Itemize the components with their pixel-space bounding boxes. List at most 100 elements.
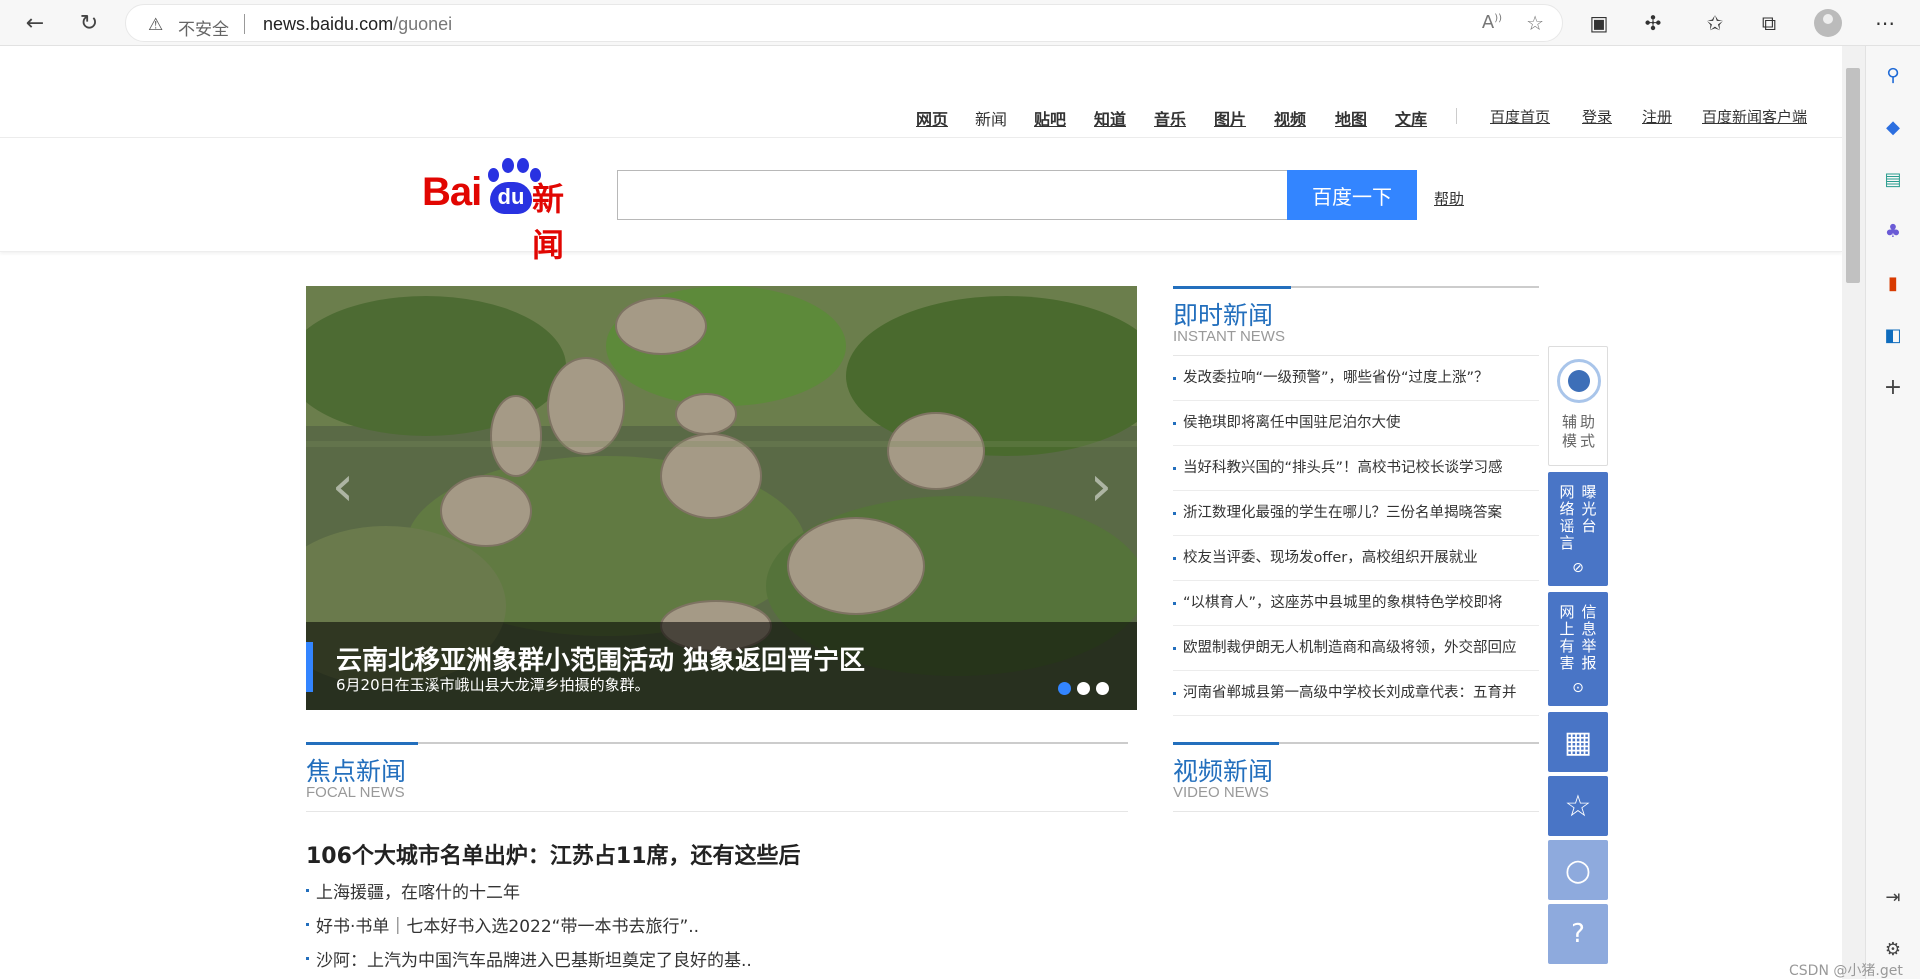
extension-app-icon[interactable]: ▣ — [1584, 8, 1614, 38]
games-icon[interactable]: ♣ — [1880, 218, 1906, 244]
list-item[interactable]: 河南省郸城县第一高级中学校长刘成章代表：五育并 — [1173, 671, 1539, 716]
outlook-icon[interactable]: ◧ — [1880, 322, 1906, 348]
section-accent-bar — [1173, 742, 1279, 745]
nav-divider — [1456, 108, 1457, 124]
shield-alert-icon: ⊘ — [1572, 560, 1584, 576]
page-scrollbar[interactable] — [1842, 46, 1865, 979]
nav-link-news-client[interactable]: 百度新闻客户端 — [1702, 106, 1807, 127]
favorites-icon[interactable]: ✩ — [1700, 8, 1730, 38]
nav-link-zhidao[interactable]: 知道 — [1094, 106, 1126, 130]
carousel-prev-arrow[interactable]: ‹ — [318, 454, 368, 519]
carousel-dot[interactable] — [1058, 682, 1071, 695]
list-item[interactable]: 发改委拉响“一级预警”，哪些省份“过度上涨”？ — [1173, 356, 1539, 401]
focal-news-title: 焦点新闻 — [306, 757, 407, 786]
list-item[interactable]: 欧盟制裁伊朗无人机制造商和高级将领，外交部回应 — [1173, 626, 1539, 671]
help-tool-button[interactable]: ? — [1548, 904, 1608, 964]
instant-news-header: 即时新闻 INSTANT NEWS — [1173, 286, 1539, 356]
nav-link-web[interactable]: 网页 — [916, 106, 948, 130]
video-news-header: 视频新闻 VIDEO NEWS — [1173, 742, 1539, 812]
section-accent-bar — [306, 742, 418, 745]
nav-link-map[interactable]: 地图 — [1335, 106, 1367, 130]
help-link[interactable]: 帮助 — [1434, 188, 1464, 209]
carousel-title[interactable]: 云南北移亚洲象群小范围活动 独象返回晋宁区 — [336, 640, 865, 677]
instant-news-list: 发改委拉响“一级预警”，哪些省份“过度上涨”？ 侯艳琪即将离任中国驻尼泊尔大使 … — [1173, 356, 1539, 716]
back-arrow-icon[interactable]: ← — [18, 6, 52, 40]
rumor-label-col2: 曝光台 — [1581, 483, 1597, 535]
nav-link-music[interactable]: 音乐 — [1154, 106, 1186, 130]
nav-link-register[interactable]: 注册 — [1642, 106, 1672, 127]
search-input[interactable] — [617, 170, 1287, 220]
baidu-news-logo[interactable]: Bai du 新闻 — [422, 158, 594, 264]
hide-sidebar-icon[interactable]: ⇥ — [1880, 884, 1906, 910]
focal-headline[interactable]: 106个大城市名单出炉：江苏占11席，还有这些后 — [306, 838, 801, 870]
question-icon: ? — [1571, 919, 1585, 949]
office-icon[interactable]: ▮ — [1880, 270, 1906, 296]
logo-news: 新闻 — [532, 180, 565, 264]
rumor-exposure-button[interactable]: 网络谣言 曝光台 ⊘ — [1548, 472, 1608, 586]
web-page: 网页 新闻 贴吧 知道 音乐 图片 视频 地图 文库 百度首页 登录 注册 百度… — [0, 46, 1842, 979]
nav-link-wenku[interactable]: 文库 — [1395, 106, 1427, 130]
list-item[interactable]: 当好科教兴国的“排头兵”！高校书记校长谈学习感 — [1173, 446, 1539, 491]
carousel-dot[interactable] — [1096, 682, 1109, 695]
list-item[interactable]: 好书·书单｜七本好书入选2022“带一本书去旅行”.. — [306, 912, 699, 937]
list-item[interactable]: 上海援疆，在喀什的十二年 — [306, 878, 520, 903]
more-menu-icon[interactable]: ⋯ — [1870, 8, 1900, 38]
headline-carousel[interactable]: ‹ › 云南北移亚洲象群小范围活动 独象返回晋宁区 6月20日在玉溪市峨山县大龙… — [306, 286, 1137, 710]
instant-news-title: 即时新闻 — [1173, 301, 1274, 330]
harmful-info-report-button[interactable]: 网上有害 信息举报 ⊙ — [1548, 592, 1608, 706]
qr-code-button[interactable]: ▦ — [1548, 712, 1608, 772]
carousel-dot[interactable] — [1077, 682, 1090, 695]
list-item[interactable]: “以棋育人”，这座苏中县城里的象棋特色学校即将 — [1173, 581, 1539, 626]
add-favorite-icon[interactable]: ☆ — [1526, 11, 1544, 35]
add-icon[interactable]: + — [1880, 374, 1906, 400]
list-item[interactable]: 沙阿：上汽为中国汽车品牌进入巴基斯坦奠定了良好的基.. — [306, 946, 752, 971]
instant-news-subtitle: INSTANT NEWS — [1173, 328, 1285, 345]
shopping-tag-icon[interactable]: ◆ — [1880, 114, 1906, 140]
url-text[interactable]: news.baidu.com/guonei — [263, 14, 452, 35]
scrollbar-thumb[interactable] — [1846, 68, 1860, 283]
warning-icon[interactable]: ⚠ — [148, 15, 163, 35]
logo-du: du — [490, 182, 532, 214]
profile-avatar[interactable] — [1814, 9, 1842, 37]
address-bar[interactable]: ⚠ 不安全 news.baidu.com/guonei A)) ☆ — [125, 4, 1563, 42]
extensions-puzzle-icon[interactable]: ✣ — [1638, 8, 1668, 38]
tools-icon[interactable]: ▤ — [1880, 166, 1906, 192]
carousel-subtitle: 6月20日在玉溪市峨山县大龙潭乡拍摄的象群。 — [336, 676, 650, 694]
logo-paw-dot — [517, 158, 529, 173]
collections-icon[interactable]: ⧉ — [1754, 8, 1784, 38]
settings-gear-icon[interactable]: ⚙ — [1880, 936, 1906, 962]
security-label[interactable]: 不安全 — [178, 15, 229, 40]
browser-sidebar: ⚲ ◆ ▤ ♣ ▮ ◧ + ⇥ ⚙ — [1865, 46, 1920, 979]
search-icon[interactable]: ⚲ — [1880, 62, 1906, 88]
list-item[interactable]: 侯艳琪即将离任中国驻尼泊尔大使 — [1173, 401, 1539, 446]
favorite-button[interactable]: ☆ — [1548, 776, 1608, 836]
nav-link-news[interactable]: 新闻 — [975, 106, 1007, 130]
accessibility-icon — [1557, 359, 1601, 403]
carousel-caption[interactable]: 云南北移亚洲象群小范围活动 独象返回晋宁区 6月20日在玉溪市峨山县大龙潭乡拍摄… — [306, 622, 1137, 710]
rumor-label-col1: 网络谣言 — [1559, 483, 1575, 552]
read-aloud-icon[interactable]: A)) — [1482, 12, 1502, 33]
top-navigation: 网页 新闻 贴吧 知道 音乐 图片 视频 地图 文库 百度首页 登录 注册 百度… — [0, 46, 1842, 138]
nav-link-login[interactable]: 登录 — [1582, 106, 1612, 127]
list-item[interactable]: 浙江数理化最强的学生在哪儿？三份名单揭晓答案 — [1173, 491, 1539, 536]
logo-bai: Bai — [422, 170, 482, 214]
nav-link-tieba[interactable]: 贴吧 — [1034, 106, 1066, 130]
list-item[interactable]: 校友当评委、现场发offer，高校组织开展就业 — [1173, 536, 1539, 581]
nav-link-video[interactable]: 视频 — [1274, 106, 1306, 130]
focal-news-subtitle: FOCAL NEWS — [306, 784, 405, 801]
nav-link-baidu-home[interactable]: 百度首页 — [1490, 106, 1550, 127]
search-button[interactable]: 百度一下 — [1287, 170, 1417, 220]
search-band: Bai du 新闻 百度一下 帮助 — [0, 138, 1842, 264]
url-host: news.baidu.com — [263, 14, 394, 34]
star-icon: ☆ — [1564, 788, 1592, 824]
logo-paw-dot — [488, 168, 499, 182]
carousel-next-arrow[interactable]: › — [1076, 454, 1126, 519]
search-tool-button[interactable]: ○ — [1548, 840, 1608, 900]
refresh-icon[interactable]: ↻ — [72, 6, 106, 40]
report-label-col2: 信息举报 — [1581, 603, 1597, 672]
nav-link-images[interactable]: 图片 — [1214, 106, 1246, 130]
assist-mode-button[interactable]: 辅助模式 — [1548, 346, 1608, 466]
assist-mode-label: 辅助模式 — [1561, 413, 1598, 450]
address-separator — [244, 14, 245, 34]
focal-news-header: 焦点新闻 FOCAL NEWS — [306, 742, 1128, 812]
